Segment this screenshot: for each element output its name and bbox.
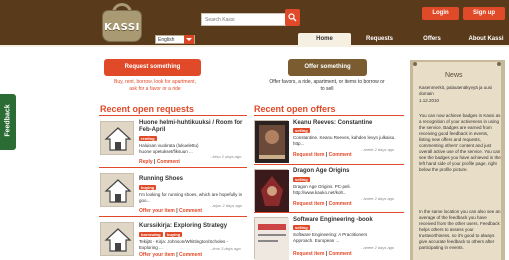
list-item-meta: - anete 2 days ago <box>361 147 395 152</box>
recent-offers-title: Recent open offers <box>254 104 336 114</box>
offer-item-link[interactable]: Offer your item <box>139 252 175 258</box>
reply-link[interactable]: Reply <box>139 159 153 165</box>
list-item-title[interactable]: Huone helmi-huhtikuuksi / Room for Feb-A… <box>139 120 249 134</box>
list-item-actions: Request item | Comment <box>293 201 352 207</box>
request-item-link[interactable]: Request item <box>293 152 324 158</box>
status-badge: renting <box>139 136 157 141</box>
tab-home[interactable]: Home <box>298 33 351 45</box>
request-item-link[interactable]: Request item <box>293 201 324 207</box>
item-divider <box>99 167 247 168</box>
list-item-meta: - anete 2 days ago <box>361 196 395 201</box>
offer-description: Offer favors, a ride, apartment, or item… <box>269 79 385 92</box>
section-divider <box>254 115 404 116</box>
signup-button[interactable]: Sign up <box>463 7 505 20</box>
status-badge: buying <box>165 232 183 237</box>
offer-item-link[interactable]: Offer your item <box>139 208 175 214</box>
news-item-text: In the same location you can also see an… <box>419 209 501 250</box>
list-item-description: Constantine. Keanu Reeves, kahden levyn … <box>293 135 396 146</box>
list-item-meta: - timo 3 days ago <box>210 246 241 251</box>
chevron-down-icon[interactable] <box>184 35 194 44</box>
status-badge: selling <box>293 128 310 133</box>
request-description: Buy, rent, borrow, look for apartment, a… <box>114 79 196 92</box>
list-item-description: Dragon Age Origins. PC-peli. http://www.… <box>293 184 351 195</box>
comment-link[interactable]: Comment <box>329 251 352 257</box>
feedback-tab[interactable]: Feedback <box>0 94 16 150</box>
tab-about[interactable]: About Kassi <box>463 33 509 45</box>
news-item-title[interactable]: Kasenmerkit, palautenäkyvyä ja uusi doma… <box>419 85 501 97</box>
comment-link[interactable]: Comment <box>179 252 202 258</box>
tab-requests[interactable]: Requests <box>361 33 398 45</box>
list-item-title[interactable]: Keanu Reeves: Constantine <box>293 120 405 127</box>
corner-dot <box>413 62 417 66</box>
comment-link[interactable]: Comment <box>329 152 352 158</box>
news-item-date: 1.12.2010 <box>419 98 440 103</box>
logo-text: KASSI <box>104 22 140 33</box>
status-badge: selling <box>293 177 310 182</box>
section-divider <box>99 115 247 116</box>
list-item-actions: Reply | Comment <box>139 159 180 165</box>
list-item-meta: - kitsu 2 days ago <box>210 154 242 159</box>
recent-requests-title: Recent open requests <box>100 104 195 114</box>
list-item-description: Haluisan vuokrata (lukuelettu) huone ope… <box>139 143 199 154</box>
comment-link[interactable]: Comment <box>157 159 180 165</box>
request-something-button[interactable]: Request something <box>104 59 201 76</box>
tab-offers[interactable]: Offers <box>417 33 447 45</box>
list-item-title[interactable]: Running Shoes <box>139 176 249 183</box>
search-button[interactable] <box>285 9 300 26</box>
status-badge: selling <box>293 225 310 230</box>
game-cover-image[interactable] <box>254 169 289 212</box>
news-item-text: You can now achieve badges in Kassi as a… <box>419 113 501 172</box>
list-item-actions: Offer your item | Comment <box>139 252 202 258</box>
list-item-actions: Request item | Comment <box>293 251 352 257</box>
search-input[interactable]: Search Kassi <box>201 13 298 26</box>
comment-link[interactable]: Comment <box>179 208 202 214</box>
movie-cover-image[interactable] <box>254 120 289 163</box>
list-item-actions: Offer your item | Comment <box>139 208 202 214</box>
item-divider <box>254 212 404 213</box>
list-item-meta: - arjun 2 days ago <box>210 203 243 208</box>
corner-dot <box>497 62 501 66</box>
item-divider <box>99 216 247 217</box>
list-item-title[interactable]: Dragon Age Origins <box>293 168 405 175</box>
house-icon[interactable] <box>100 222 134 256</box>
book-cover-image[interactable] <box>254 217 289 260</box>
item-divider <box>254 164 404 165</box>
comment-link[interactable]: Comment <box>329 201 352 207</box>
status-badge: buying <box>139 185 157 190</box>
offer-something-button[interactable]: Offer something <box>288 59 367 76</box>
list-item-description: Software Engineering: A Practitioners Ap… <box>293 232 368 243</box>
list-item-title[interactable]: Software Engineering -book <box>293 217 405 224</box>
house-icon[interactable] <box>100 173 134 207</box>
status-badge: borrowing <box>139 232 163 237</box>
kassi-logo[interactable]: KASSI <box>97 3 145 43</box>
request-item-link[interactable]: Request item <box>293 251 324 257</box>
login-button[interactable]: Login <box>422 7 459 20</box>
list-item-title[interactable]: Kurssikirja: Exploring Strategy <box>139 223 249 230</box>
list-item-actions: Request item | Comment <box>293 152 352 158</box>
search-icon <box>288 13 297 22</box>
list-item-meta: - anete 2 days ago <box>361 245 395 250</box>
house-icon[interactable] <box>100 121 134 155</box>
news-title: News <box>445 72 463 79</box>
feedback-label: Feedback <box>4 104 12 137</box>
